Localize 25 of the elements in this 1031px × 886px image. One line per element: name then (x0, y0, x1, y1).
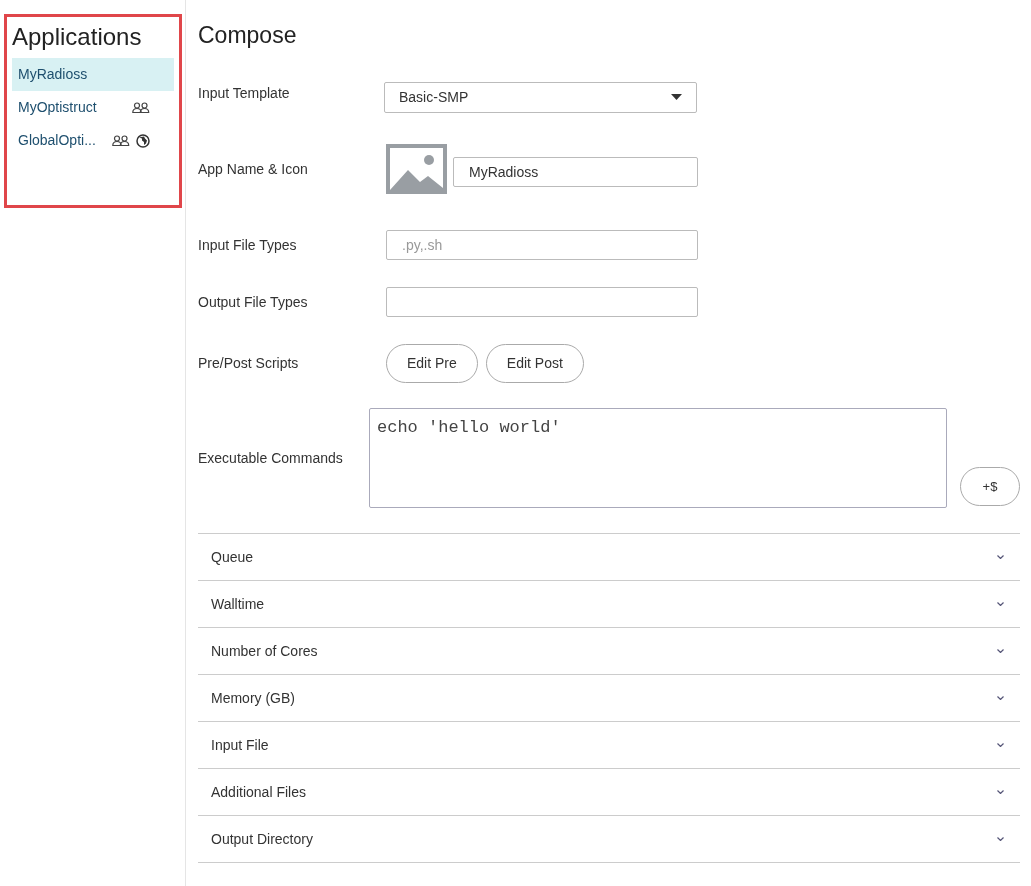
dropdown-arrow-icon (671, 94, 682, 100)
sidebar-title: Applications (12, 22, 143, 52)
page-title: Compose (198, 21, 298, 50)
field-label: Pre/Post Scripts (198, 354, 300, 373)
accordion-header[interactable]: Input File (198, 722, 1020, 769)
accordion-header[interactable]: Memory (GB) (198, 675, 1020, 722)
accordion-header[interactable]: Walltime (198, 581, 1020, 628)
commands-field[interactable]: echo 'hello world' (369, 408, 947, 508)
field-label: Input File Types (198, 235, 298, 255)
accordion-header[interactable]: Number of Cores (198, 628, 1020, 675)
accordion-header[interactable]: Output Directory (198, 816, 1020, 863)
image-placeholder-icon[interactable] (386, 144, 447, 194)
field-label: Executable Commands (198, 448, 344, 468)
app-list-item[interactable]: MyOptistruct (12, 91, 174, 124)
accordion-header[interactable]: Additional Files (198, 769, 1020, 816)
app-name-field[interactable]: MyRadioss (453, 157, 698, 187)
field-label: App Name & Icon (198, 160, 309, 179)
app-list-item[interactable]: GlobalOpti... (12, 124, 174, 157)
template-dropdown[interactable]: Basic-SMP (384, 81, 697, 113)
output-file-types-field[interactable] (386, 287, 698, 317)
field-label: Output File Types (198, 292, 309, 312)
field-label: Input Template (198, 83, 291, 103)
input-file-types-field[interactable]: .py,.sh (386, 230, 698, 260)
app-list-item[interactable]: MyRadioss (12, 58, 174, 91)
accordion-header[interactable]: Queue (198, 534, 1020, 581)
